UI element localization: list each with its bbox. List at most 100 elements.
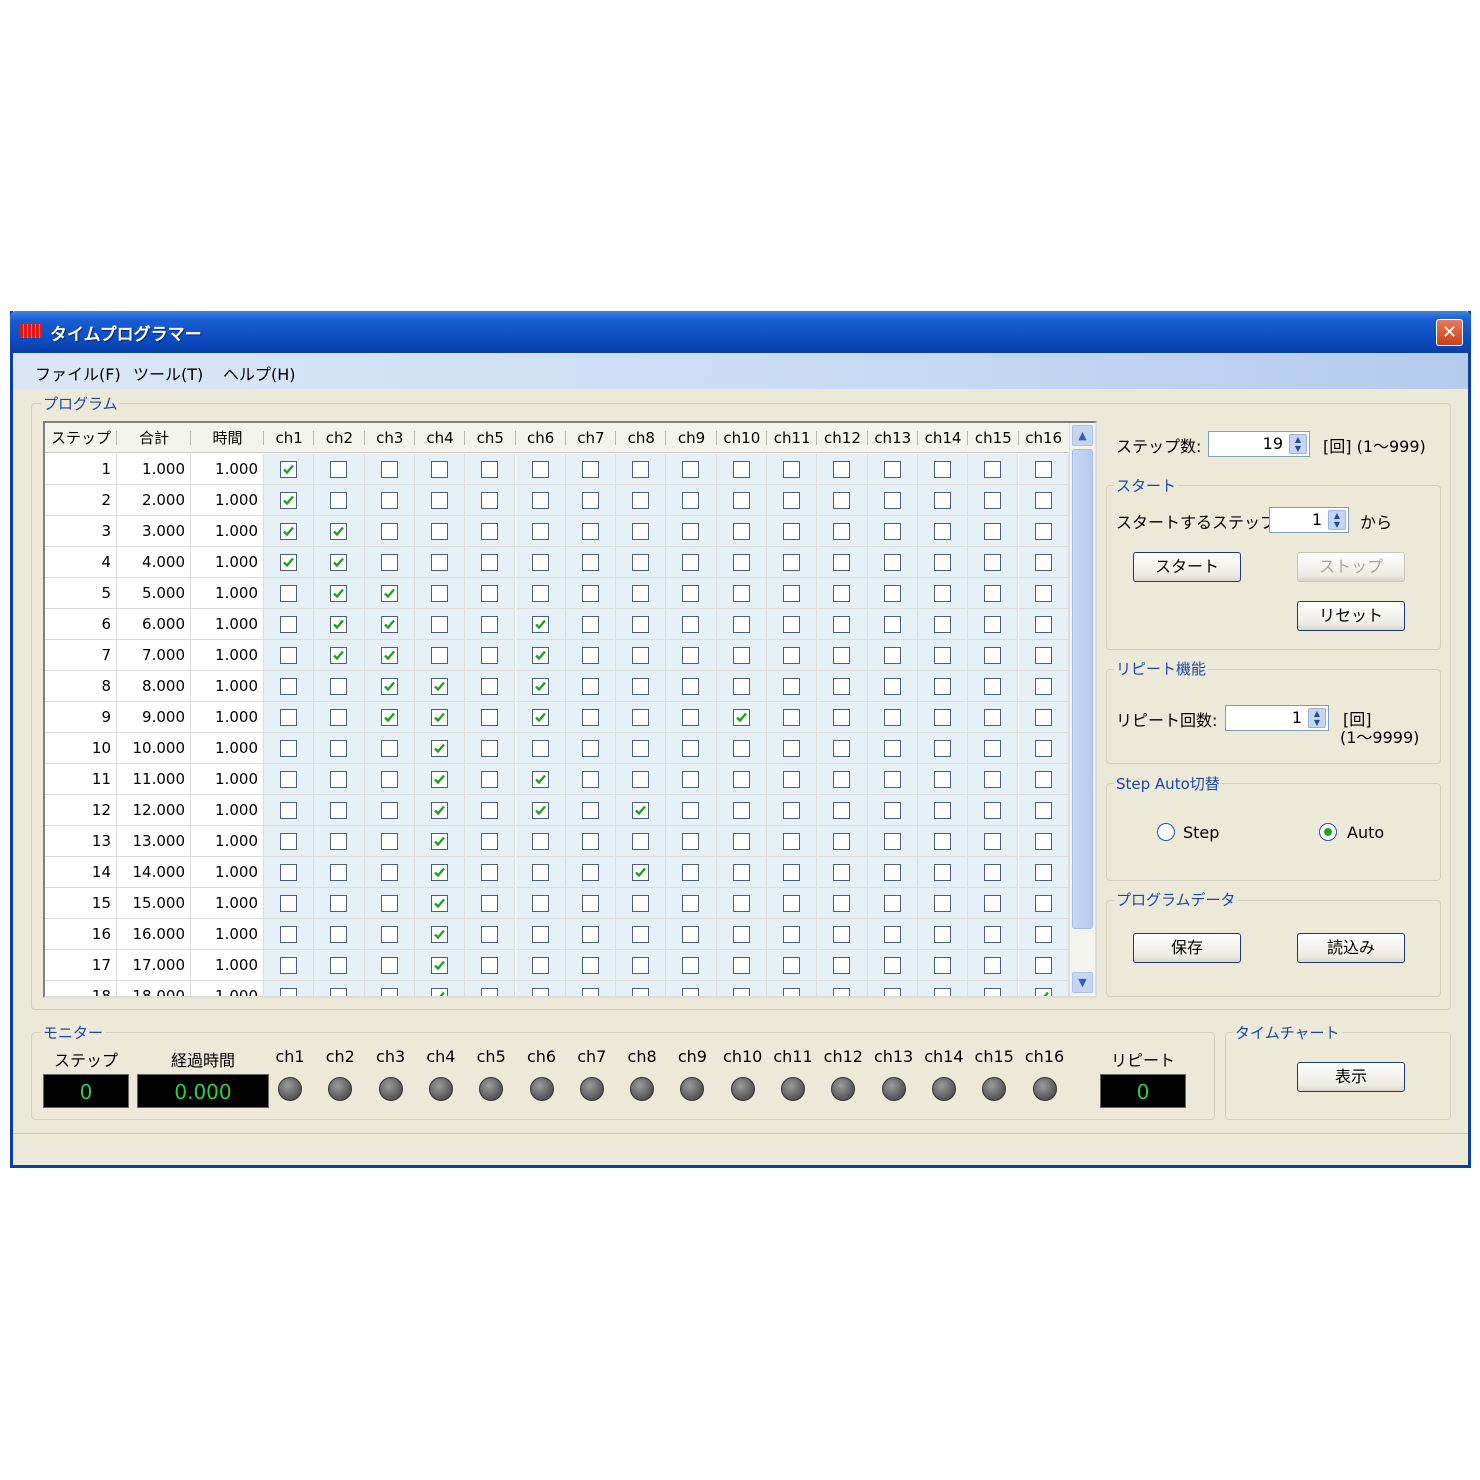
channel-checkbox[interactable] [732, 864, 750, 881]
channel-checkbox[interactable] [330, 771, 348, 788]
time-cell[interactable]: 1.000 [191, 795, 264, 826]
channel-checkbox[interactable] [883, 864, 901, 881]
total-cell[interactable]: 13.000 [117, 826, 191, 857]
channel-checkbox[interactable] [682, 988, 700, 996]
channel-checkbox[interactable] [883, 647, 901, 664]
channel-checkbox[interactable] [783, 833, 800, 850]
channel-checkbox[interactable] [933, 461, 951, 478]
channel-checkbox[interactable] [732, 926, 750, 943]
channel-checkbox[interactable] [280, 678, 297, 695]
channel-checkbox[interactable] [732, 895, 750, 912]
channel-checkbox[interactable] [280, 740, 297, 757]
save-button[interactable]: 保存 [1133, 933, 1241, 963]
channel-checkbox[interactable] [682, 864, 700, 881]
channel-checkbox[interactable] [783, 926, 800, 943]
channel-checkbox[interactable] [632, 833, 650, 850]
channel-checkbox[interactable] [933, 988, 951, 996]
channel-checkbox[interactable] [783, 864, 800, 881]
menu-tools[interactable]: ツール(T) [133, 361, 203, 385]
channel-checkbox[interactable] [632, 554, 650, 571]
channel-checkbox[interactable] [984, 461, 1002, 478]
channel-checkbox[interactable] [330, 585, 348, 602]
channel-checkbox[interactable] [933, 616, 951, 633]
channel-checkbox[interactable] [280, 895, 297, 912]
step-cell[interactable]: 13 [45, 826, 117, 857]
channel-checkbox[interactable] [481, 833, 499, 850]
channel-checkbox[interactable] [581, 988, 599, 996]
channel-checkbox[interactable] [833, 678, 851, 695]
channel-checkbox[interactable] [531, 988, 549, 996]
channel-checkbox[interactable] [380, 771, 398, 788]
channel-checkbox[interactable] [632, 771, 650, 788]
step-cell[interactable]: 10 [45, 733, 117, 764]
channel-checkbox[interactable] [632, 585, 650, 602]
channel-checkbox[interactable] [1034, 678, 1052, 695]
channel-checkbox[interactable] [632, 895, 650, 912]
channel-checkbox[interactable] [330, 895, 348, 912]
channel-checkbox[interactable] [732, 492, 750, 509]
channel-checkbox[interactable] [632, 492, 650, 509]
channel-checkbox[interactable] [783, 492, 800, 509]
table-row[interactable]: 5 5.000 1.000 [45, 578, 1069, 609]
step-cell[interactable]: 12 [45, 795, 117, 826]
channel-checkbox[interactable] [380, 647, 398, 664]
channel-checkbox[interactable] [833, 647, 851, 664]
total-cell[interactable]: 17.000 [117, 950, 191, 981]
channel-checkbox[interactable] [984, 554, 1002, 571]
total-cell[interactable]: 3.000 [117, 516, 191, 547]
channel-checkbox[interactable] [531, 926, 549, 943]
reset-button[interactable]: リセット [1297, 601, 1405, 631]
channel-checkbox[interactable] [330, 802, 348, 819]
channel-checkbox[interactable] [531, 895, 549, 912]
step-count-spinner[interactable]: 19 ▲ ▼ [1208, 431, 1310, 457]
channel-checkbox[interactable] [280, 771, 297, 788]
channel-checkbox[interactable] [984, 771, 1002, 788]
channel-checkbox[interactable] [984, 523, 1002, 540]
table-row[interactable]: 7 7.000 1.000 [45, 640, 1069, 671]
close-button[interactable]: ✕ [1436, 319, 1463, 346]
channel-checkbox[interactable] [430, 740, 448, 757]
channel-checkbox[interactable] [984, 740, 1002, 757]
channel-checkbox[interactable] [430, 616, 448, 633]
channel-checkbox[interactable] [632, 709, 650, 726]
channel-checkbox[interactable] [430, 492, 448, 509]
channel-checkbox[interactable] [531, 709, 549, 726]
step-cell[interactable]: 17 [45, 950, 117, 981]
step-radio[interactable] [1157, 823, 1175, 841]
channel-checkbox[interactable] [783, 461, 800, 478]
channel-checkbox[interactable] [581, 802, 599, 819]
channel-checkbox[interactable] [883, 988, 901, 996]
table-row[interactable]: 3 3.000 1.000 [45, 516, 1069, 547]
channel-checkbox[interactable] [531, 833, 549, 850]
channel-checkbox[interactable] [833, 709, 851, 726]
step-cell[interactable]: 1 [45, 454, 117, 485]
channel-checkbox[interactable] [783, 616, 800, 633]
channel-checkbox[interactable] [1034, 740, 1052, 757]
channel-checkbox[interactable] [280, 709, 297, 726]
time-cell[interactable]: 1.000 [191, 609, 264, 640]
channel-checkbox[interactable] [833, 895, 851, 912]
channel-checkbox[interactable] [531, 492, 549, 509]
channel-checkbox[interactable] [984, 926, 1002, 943]
channel-checkbox[interactable] [380, 461, 398, 478]
channel-checkbox[interactable] [632, 740, 650, 757]
channel-checkbox[interactable] [280, 523, 297, 540]
channel-checkbox[interactable] [682, 957, 700, 974]
time-cell[interactable]: 1.000 [191, 640, 264, 671]
channel-checkbox[interactable] [581, 771, 599, 788]
channel-checkbox[interactable] [783, 957, 800, 974]
channel-checkbox[interactable] [581, 709, 599, 726]
channel-checkbox[interactable] [933, 864, 951, 881]
channel-checkbox[interactable] [833, 988, 851, 996]
repeat-count-spinner[interactable]: 1 ▲ ▼ [1225, 705, 1329, 731]
channel-checkbox[interactable] [581, 926, 599, 943]
table-row[interactable]: 14 14.000 1.000 [45, 857, 1069, 888]
channel-checkbox[interactable] [783, 647, 800, 664]
channel-checkbox[interactable] [783, 740, 800, 757]
channel-checkbox[interactable] [380, 988, 398, 996]
channel-checkbox[interactable] [280, 957, 297, 974]
channel-checkbox[interactable] [933, 740, 951, 757]
channel-checkbox[interactable] [682, 771, 700, 788]
channel-checkbox[interactable] [380, 864, 398, 881]
channel-checkbox[interactable] [330, 864, 348, 881]
